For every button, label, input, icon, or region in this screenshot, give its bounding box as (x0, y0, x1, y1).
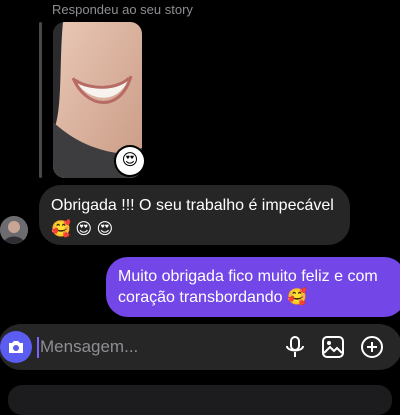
gallery-icon (322, 336, 344, 358)
camera-button[interactable] (0, 331, 32, 363)
message-input[interactable] (40, 334, 270, 360)
bottom-bar (8, 385, 392, 415)
outgoing-message-bubble[interactable]: Muito obrigada fico muito feliz e com co… (106, 257, 400, 317)
incoming-message-bubble[interactable]: Obrigada !!! O seu trabalho é impecável … (39, 185, 350, 245)
incoming-message-text: Obrigada !!! O seu trabalho é impecável (51, 197, 334, 214)
text-caret (37, 337, 39, 358)
gallery-button[interactable] (320, 334, 346, 360)
story-quote-bar (39, 22, 42, 178)
plus-icon (361, 336, 383, 358)
outgoing-message-text: Muito obrigada fico muito feliz e com co… (118, 268, 378, 306)
camera-icon (9, 341, 23, 353)
sender-avatar[interactable] (0, 216, 28, 244)
story-reaction-emoji: 😍 (116, 147, 144, 175)
microphone-icon (286, 336, 304, 357)
microphone-button[interactable] (282, 334, 308, 360)
story-reply-label: Respondeu ao seu story (52, 2, 193, 17)
plus-button[interactable] (359, 334, 385, 360)
incoming-message-emojis: 🥰 😍 😍 (51, 221, 114, 238)
avatar-image (0, 216, 28, 244)
